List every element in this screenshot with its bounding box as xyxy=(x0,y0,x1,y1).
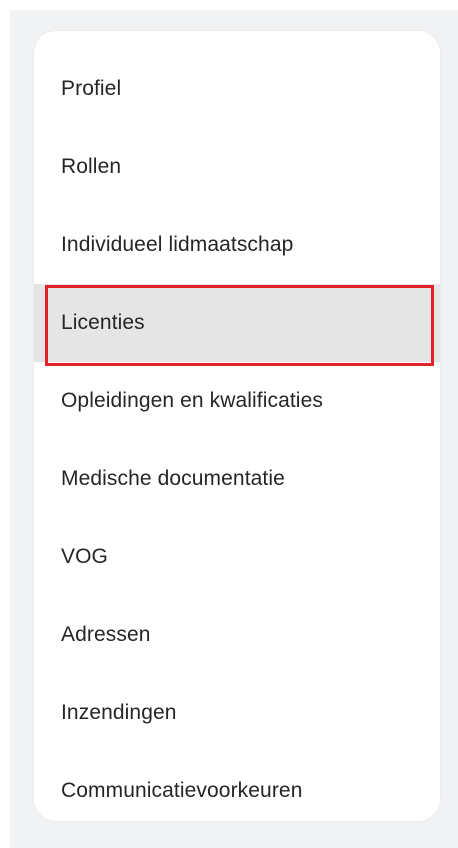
menu-item-communicatievoorkeuren[interactable]: Communicatievoorkeuren xyxy=(34,752,440,830)
menu-item-licenties[interactable]: Licenties xyxy=(34,284,440,366)
menu-item-label: Inzendingen xyxy=(61,701,177,724)
menu-item-label: Rollen xyxy=(61,155,122,178)
menu-item-label: Licenties xyxy=(61,311,145,334)
profile-navigation-menu: Profiel Rollen Individueel lidmaatschap … xyxy=(34,31,440,821)
menu-item-profiel[interactable]: Profiel xyxy=(34,50,440,128)
menu-item-label: Medische documentatie xyxy=(61,467,285,490)
menu-item-label: VOG xyxy=(61,545,108,568)
menu-item-opleidingen-en-kwalificaties[interactable]: Opleidingen en kwalificaties xyxy=(34,362,440,440)
menu-item-medische-documentatie[interactable]: Medische documentatie xyxy=(34,440,440,518)
menu-list: Profiel Rollen Individueel lidmaatschap … xyxy=(34,31,440,830)
menu-item-label: Adressen xyxy=(61,623,151,646)
menu-item-label: Communicatievoorkeuren xyxy=(61,779,303,802)
menu-item-label: Opleidingen en kwalificaties xyxy=(61,389,323,412)
menu-item-rollen[interactable]: Rollen xyxy=(34,128,440,206)
menu-item-inzendingen[interactable]: Inzendingen xyxy=(34,674,440,752)
menu-item-label: Individueel lidmaatschap xyxy=(61,233,294,256)
menu-item-individueel-lidmaatschap[interactable]: Individueel lidmaatschap xyxy=(34,206,440,284)
menu-item-label: Profiel xyxy=(61,77,122,100)
menu-item-adressen[interactable]: Adressen xyxy=(34,596,440,674)
menu-item-vog[interactable]: VOG xyxy=(34,518,440,596)
